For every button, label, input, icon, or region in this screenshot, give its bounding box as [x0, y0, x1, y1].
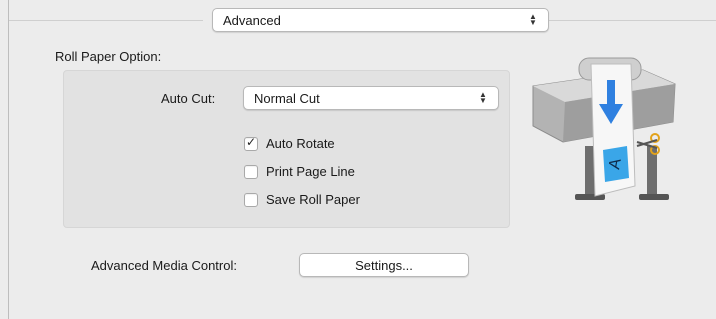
save-roll-paper-label: Save Roll Paper — [266, 192, 360, 207]
separator-right — [541, 20, 716, 21]
auto-rotate-label: Auto Rotate — [266, 136, 335, 151]
print-page-line-checkbox[interactable] — [244, 164, 258, 179]
save-roll-paper-checkbox[interactable] — [244, 192, 258, 207]
auto-rotate-option[interactable]: ✓ Auto Rotate — [244, 134, 335, 151]
large-format-printer-icon: A — [532, 57, 676, 200]
advanced-media-control-label: Advanced Media Control: — [91, 258, 237, 273]
auto-rotate-checkbox[interactable]: ✓ — [244, 134, 258, 151]
save-roll-paper-option[interactable]: Save Roll Paper — [244, 192, 360, 207]
auto-cut-popup[interactable]: Normal Cut ▲ ▼ — [243, 86, 499, 110]
print-page-line-option[interactable]: Print Page Line — [244, 164, 355, 179]
preset-popup-value: Advanced — [223, 12, 281, 28]
settings-button[interactable]: Settings... — [299, 253, 469, 277]
auto-cut-value: Normal Cut — [254, 90, 320, 106]
chevron-up-down-icon: ▲ ▼ — [479, 90, 487, 105]
checkmark-icon: ✓ — [246, 134, 257, 149]
print-dialog-panel: Advanced ▲ ▼ Roll Paper Option: Auto Cut:… — [8, 0, 716, 319]
print-page-line-label: Print Page Line — [266, 164, 355, 179]
separator-left — [9, 20, 203, 21]
down-arrow-shaft — [607, 80, 615, 108]
settings-button-label: Settings... — [355, 257, 413, 273]
chevron-up-down-icon: ▲ ▼ — [529, 12, 537, 27]
roll-paper-heading: Roll Paper Option: — [55, 49, 162, 64]
auto-cut-label: Auto Cut: — [161, 91, 216, 106]
preset-popup[interactable]: Advanced ▲ ▼ — [212, 8, 549, 32]
